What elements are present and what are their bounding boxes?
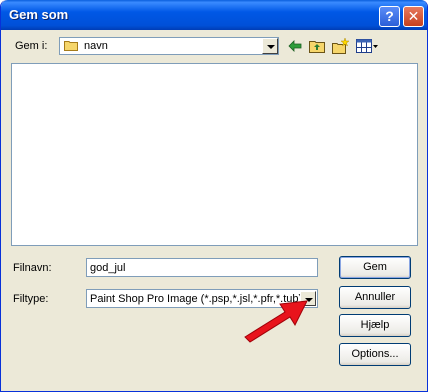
help-title-button[interactable]: ? [379, 6, 400, 27]
help-button[interactable]: Hjælp [339, 314, 411, 337]
close-button[interactable]: ✕ [403, 6, 424, 27]
folder-icon [64, 41, 78, 51]
save-button[interactable]: Gem [339, 256, 411, 279]
filetype-label: Filtype: [13, 293, 49, 305]
options-button[interactable]: Options... [339, 343, 411, 366]
back-arrow-icon[interactable] [286, 37, 304, 55]
save-in-dropdown-button[interactable] [262, 38, 278, 54]
file-list[interactable] [11, 63, 418, 246]
up-folder-icon[interactable] [308, 37, 326, 55]
filename-label: Filnavn: [13, 262, 52, 274]
title-bar[interactable]: Gem som ? ✕ [1, 0, 427, 30]
view-menu-icon[interactable] [355, 37, 379, 55]
save-in-value: navn [84, 40, 108, 52]
save-as-dialog: Gem som ? ✕ Gem i: navn Filnavn: god_jul… [0, 0, 428, 392]
save-in-label: Gem i: [15, 40, 48, 52]
filename-input[interactable]: god_jul [86, 258, 318, 277]
window-title: Gem som [9, 7, 69, 22]
filename-value: god_jul [90, 262, 126, 274]
new-folder-icon[interactable] [331, 37, 349, 55]
cancel-button[interactable]: Annuller [339, 286, 411, 309]
save-in-dropdown[interactable]: navn [59, 37, 279, 55]
red-arrow-icon [244, 300, 308, 343]
